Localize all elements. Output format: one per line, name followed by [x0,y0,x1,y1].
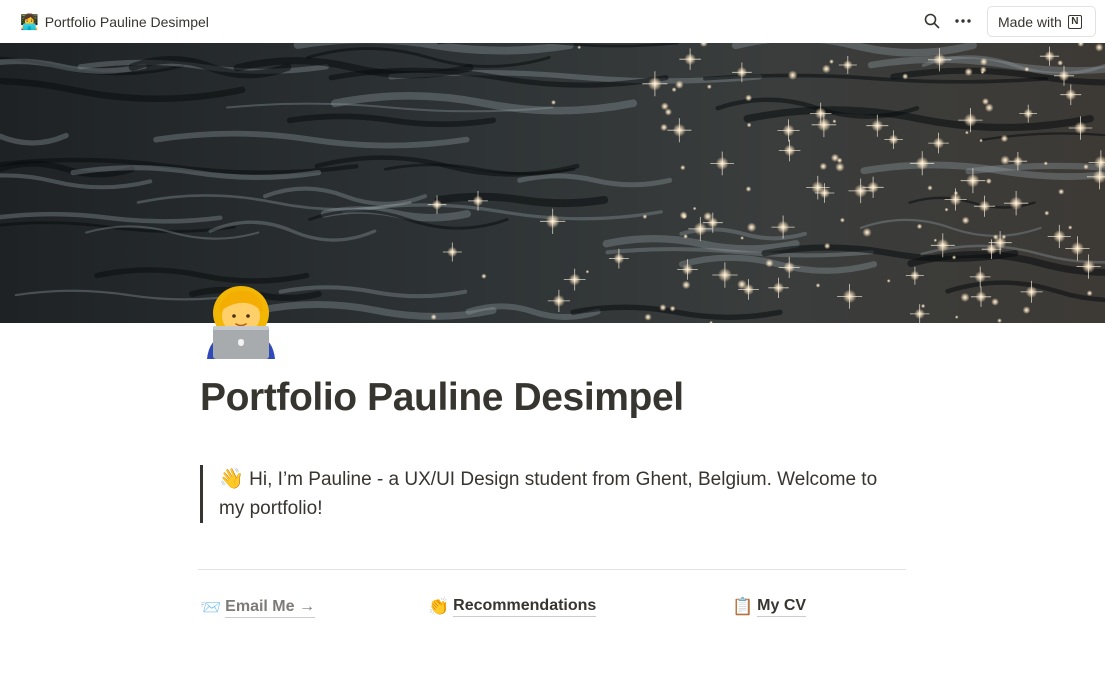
intro-quote-text: Hi, I’m Pauline - a UX/UI Design student… [219,469,878,519]
email-me-link[interactable]: 📨 Email Me → [200,597,315,618]
my-cv-link[interactable]: 📋 My CV [732,596,807,617]
water-cover-image [0,43,1105,323]
clipboard-icon: 📋 [732,596,754,616]
envelope-icon: 📨 [200,597,222,617]
recommendations-link[interactable]: 👏 Recommendations [428,596,597,617]
clapping-hands-icon: 👏 [428,596,450,616]
made-with-notion-button[interactable]: Made with N [987,6,1096,37]
page-title: Portfolio Pauline Desimpel [200,376,684,419]
search-icon [924,13,940,29]
cover-image [0,43,1105,323]
notion-logo-icon: N [1067,14,1082,29]
breadcrumb-title: Portfolio Pauline Desimpel [44,14,209,30]
recommendations-label: Recommendations [453,596,597,617]
breadcrumb[interactable]: 👩‍💻 Portfolio Pauline Desimpel [14,11,215,33]
more-horizontal-icon [955,19,971,23]
waving-hand-icon: 👋 [219,468,244,490]
made-with-label: Made with [998,13,1062,30]
top-bar: 👩‍💻 Portfolio Pauline Desimpel Made with… [0,0,1105,43]
more-options-button[interactable] [950,9,976,33]
technologist-woman-icon [207,286,275,359]
my-cv-label: My CV [757,596,807,617]
divider [198,569,906,570]
intro-quote: 👋 Hi, I’m Pauline - a UX/UI Design stude… [200,465,890,523]
page-emoji-icon: 👩‍💻 [20,13,39,31]
email-me-label: Email Me → [225,597,315,618]
search-button[interactable] [919,9,945,33]
